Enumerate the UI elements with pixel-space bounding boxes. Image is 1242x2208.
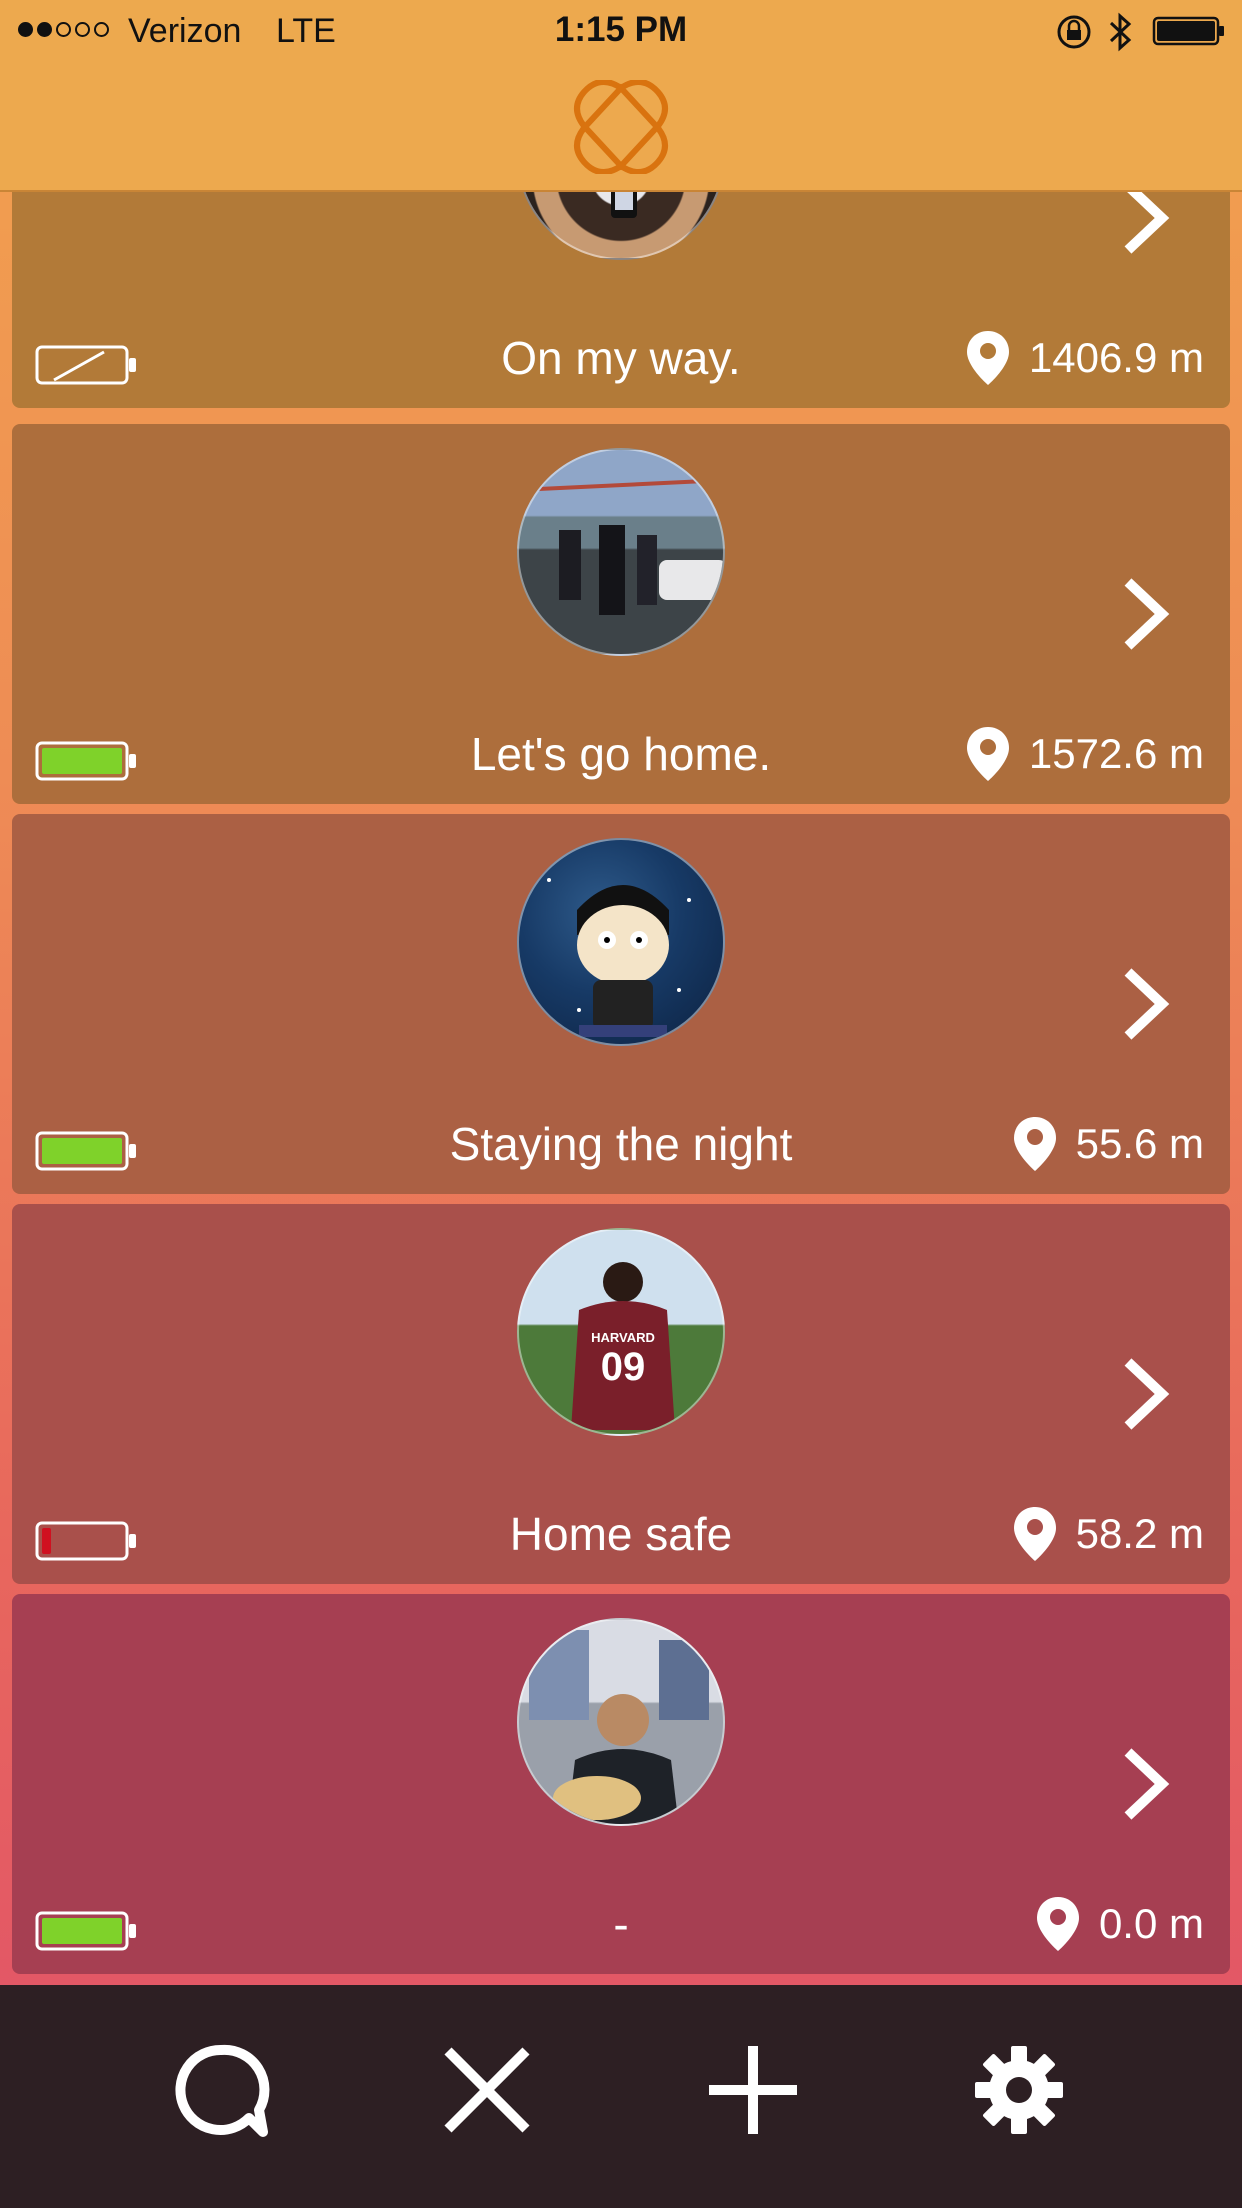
chat-button[interactable] [166, 2035, 276, 2145]
avatar: HARVARD 09 [517, 1228, 725, 1436]
battery-full-icon [35, 1131, 136, 1171]
add-icon [709, 2046, 797, 2134]
chevron-right-icon[interactable] [1120, 1354, 1170, 1434]
header: Verizon LTE 1:15 PM [0, 0, 1242, 192]
app-logo-icon [574, 80, 668, 174]
status-bar: Verizon LTE 1:15 PM [0, 0, 1242, 62]
add-button[interactable] [698, 2035, 808, 2145]
location: 1406.9 m [965, 328, 1204, 388]
close-icon [444, 2047, 530, 2133]
battery-full-icon [35, 741, 136, 781]
friend-card[interactable]: Staying the night 55.6 m [12, 814, 1230, 1194]
location: 55.6 m [1012, 1114, 1204, 1174]
close-button[interactable] [432, 2035, 542, 2145]
location-pin-icon [1013, 1507, 1056, 1561]
chevron-right-icon[interactable] [1120, 574, 1170, 654]
status-message: - [613, 1898, 629, 1950]
rotation-lock-icon [1057, 15, 1091, 49]
bottom-tab-bar [0, 1985, 1242, 2208]
svg-text:09: 09 [601, 1345, 646, 1389]
location: 1572.6 m [965, 724, 1204, 784]
distance: 0.0 m [1098, 1900, 1204, 1947]
settings-icon [975, 2046, 1063, 2134]
status-message: Let's go home. [470, 728, 772, 780]
location-pin-icon [966, 727, 1009, 781]
avatar [517, 1618, 725, 1826]
avatar [517, 448, 725, 656]
location: 0.0 m [1035, 1894, 1204, 1954]
svg-text:HARVARD: HARVARD [591, 1330, 655, 1345]
chevron-right-icon[interactable] [1120, 964, 1170, 1044]
battery-full-icon [35, 1911, 136, 1951]
bluetooth-icon [1109, 12, 1132, 52]
distance: 1406.9 m [1028, 334, 1204, 381]
distance: 58.2 m [1075, 1510, 1204, 1557]
location-pin-icon [1036, 1897, 1079, 1951]
battery-low-icon [35, 1521, 136, 1561]
settings-button[interactable] [964, 2035, 1074, 2145]
friend-card[interactable]: - 0.0 m [12, 1594, 1230, 1974]
location-pin-icon [966, 331, 1009, 385]
location: 58.2 m [1012, 1504, 1204, 1564]
friend-card[interactable]: HARVARD 09 Home safe 58.2 m [12, 1204, 1230, 1584]
status-message: Home safe [509, 1508, 733, 1560]
friend-list: On my way. 1406.9 m Let's go home. 1572.… [0, 0, 1242, 1985]
battery-icon [1152, 16, 1224, 46]
friend-card[interactable]: Let's go home. 1572.6 m [12, 424, 1230, 804]
status-message: Staying the night [449, 1118, 793, 1170]
battery-charging-icon [35, 345, 136, 385]
chat-icon [175, 2044, 270, 2137]
chevron-right-icon[interactable] [1120, 1744, 1170, 1824]
avatar [517, 838, 725, 1046]
distance: 1572.6 m [1028, 730, 1204, 777]
location-pin-icon [1013, 1117, 1056, 1171]
distance: 55.6 m [1075, 1120, 1204, 1167]
status-message: On my way. [501, 332, 741, 384]
